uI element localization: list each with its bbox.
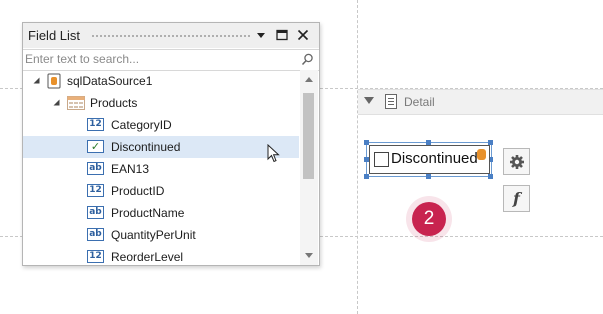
tree-field-row[interactable]: ab ProductName <box>23 202 299 224</box>
drag-grip[interactable] <box>91 34 251 38</box>
close-button[interactable] <box>296 28 310 42</box>
field-label: ReorderLevel <box>111 250 184 264</box>
tree-field-row[interactable]: 12 ProductID <box>23 180 299 202</box>
boolean-field-icon: ✓ <box>87 140 104 153</box>
vertical-scrollbar[interactable] <box>300 70 318 265</box>
table-label: Products <box>90 96 138 110</box>
bound-data-icon <box>477 149 486 160</box>
field-label: CategoryID <box>111 118 172 132</box>
database-icon <box>47 73 61 89</box>
step-badge-2: 2 <box>412 202 446 236</box>
string-field-icon: ab <box>87 206 104 219</box>
field-tree: sqlDataSource1 Products 12 CategoryID ✓ … <box>23 70 299 265</box>
panel-title: Field List <box>28 28 81 43</box>
expression-button[interactable]: f <box>503 185 530 212</box>
dropdown-arrow-icon <box>257 33 265 38</box>
close-icon <box>297 29 309 41</box>
gear-icon <box>509 154 524 169</box>
panel-menu-button[interactable] <box>254 28 268 42</box>
resize-handle-se[interactable] <box>488 174 493 179</box>
checkbox-control[interactable]: Discontinued <box>369 145 490 174</box>
tree-field-row[interactable]: ab QuantityPerUnit <box>23 224 299 246</box>
scroll-up-icon[interactable] <box>305 77 313 82</box>
field-label: ProductID <box>111 184 165 198</box>
integer-field-icon: 12 <box>87 250 104 263</box>
tree-field-row[interactable]: 12 ReorderLevel <box>23 246 299 265</box>
tree-field-row[interactable]: ✓ Discontinued <box>23 136 299 158</box>
string-field-icon: ab <box>87 162 104 175</box>
field-label: Discontinued <box>111 140 181 154</box>
scroll-down-icon[interactable] <box>305 253 313 258</box>
function-icon: f <box>513 189 520 208</box>
tree-field-row[interactable]: ab EAN13 <box>23 158 299 180</box>
field-label: EAN13 <box>111 162 150 176</box>
detail-band-header[interactable]: Detail <box>358 89 603 115</box>
integer-field-icon: 12 <box>87 184 104 197</box>
search-input[interactable] <box>25 52 295 66</box>
checkbox-control-text: Discontinued <box>391 150 478 167</box>
integer-field-icon: 12 <box>87 118 104 131</box>
search-box[interactable] <box>23 49 319 71</box>
field-list-titlebar[interactable]: Field List <box>23 23 319 48</box>
resize-handle-s[interactable] <box>426 174 431 179</box>
string-field-icon: ab <box>87 228 104 241</box>
band-label: Detail <box>404 95 435 109</box>
tree-field-row[interactable]: 12 CategoryID <box>23 114 299 136</box>
field-label: QuantityPerUnit <box>111 228 196 242</box>
collapse-band-icon[interactable] <box>364 97 374 104</box>
table-icon <box>67 96 85 110</box>
maximize-icon <box>276 29 288 41</box>
tree-node-table[interactable]: Products <box>23 92 299 114</box>
expanded-arrow-icon[interactable] <box>53 99 60 106</box>
maximize-button[interactable] <box>275 28 289 42</box>
expanded-arrow-icon[interactable] <box>33 77 40 84</box>
mouse-cursor-icon <box>267 144 280 163</box>
datasource-label: sqlDataSource1 <box>67 74 153 88</box>
margin-guide-left <box>357 0 358 314</box>
band-document-icon <box>385 94 397 109</box>
search-icon[interactable] <box>301 53 314 66</box>
checkbox-glyph <box>374 152 389 167</box>
tree-node-datasource[interactable]: sqlDataSource1 <box>23 70 299 92</box>
smart-tag-button[interactable] <box>503 148 530 175</box>
resize-handle-sw[interactable] <box>364 174 369 179</box>
scroll-thumb[interactable] <box>303 93 314 179</box>
field-label: ProductName <box>111 206 185 220</box>
